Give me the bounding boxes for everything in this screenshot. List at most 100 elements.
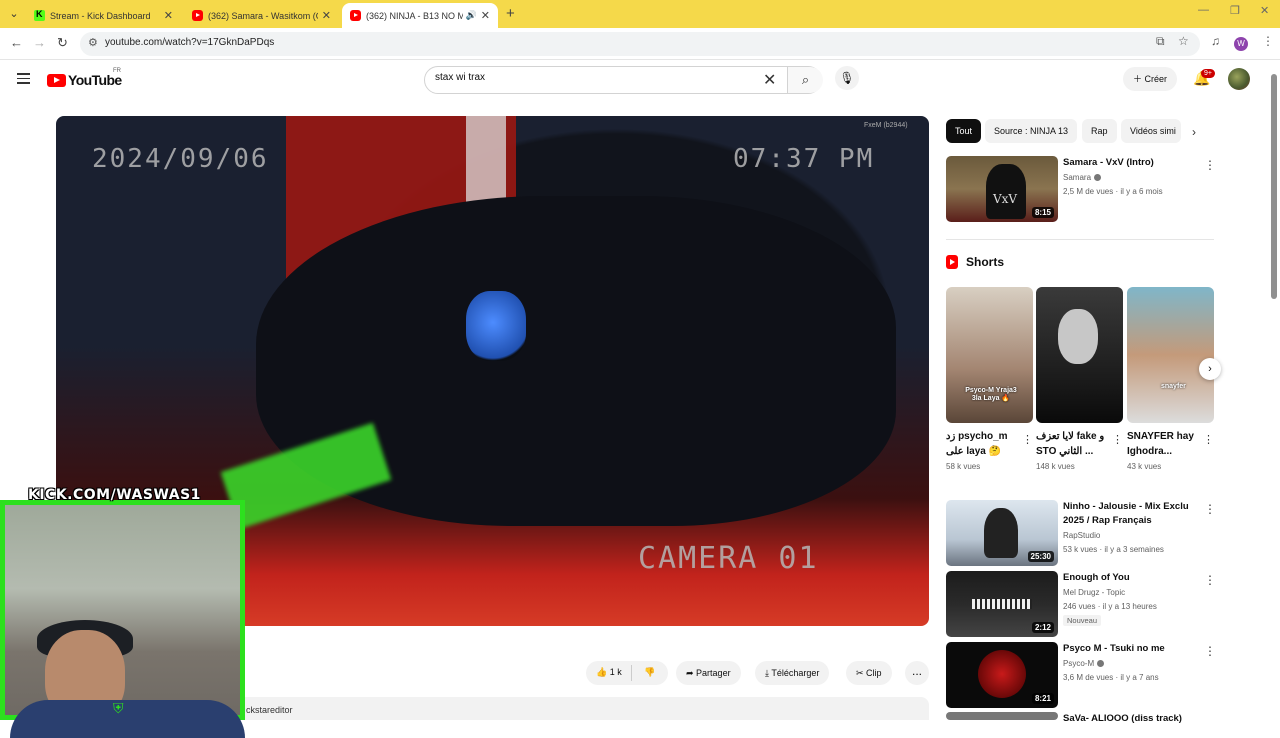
- recommended-video[interactable]: SaVa- ALIOOO (diss track): [946, 712, 1216, 724]
- more-vert-icon[interactable]: ⋮: [1204, 158, 1216, 172]
- search-input[interactable]: [435, 72, 755, 83]
- video-thumbnail[interactable]: 2:12: [946, 571, 1058, 637]
- clip-button[interactable]: ✂ Clip: [846, 661, 892, 685]
- profile-avatar[interactable]: W: [1234, 37, 1248, 51]
- like-divider: [631, 665, 632, 681]
- logo-text: YouTube: [68, 72, 122, 88]
- create-button[interactable]: ＋ Créer: [1123, 67, 1178, 91]
- new-tab-button[interactable]: +: [506, 5, 515, 22]
- chip-rap[interactable]: Rap: [1082, 119, 1117, 143]
- menu-icon[interactable]: [17, 73, 30, 87]
- install-app-icon[interactable]: ⧉: [1156, 34, 1165, 49]
- url-text: youtube.com/watch?v=17GknDaPDqs: [105, 37, 275, 48]
- channel-name[interactable]: RapStudio: [1063, 531, 1100, 540]
- channel-name[interactable]: Psyco-M: [1063, 659, 1105, 668]
- tab-ninja[interactable]: (362) NINJA - B13 NO MERCY 🔊 ✕: [342, 3, 498, 28]
- like-button[interactable]: 👍 1 k: [596, 667, 622, 678]
- download-button[interactable]: ⤓ Télécharger: [755, 661, 830, 685]
- share-button[interactable]: ➦ Partager: [676, 661, 741, 685]
- close-icon[interactable]: ✕: [481, 9, 490, 22]
- video-frame-lens: [466, 291, 526, 361]
- maximize-icon[interactable]: ❐: [1230, 4, 1240, 17]
- more-actions-button[interactable]: ...: [905, 661, 929, 685]
- video-duration: 8:21: [1031, 693, 1054, 704]
- channel-label: Psyco-M: [1063, 659, 1095, 668]
- recommended-video[interactable]: 8:21 Psyco M - Tsuki no me Psyco-M 3,6 M…: [946, 642, 1216, 708]
- video-title[interactable]: Ninho - Jalousie - Mix Exclu 2025 / Rap …: [1063, 500, 1203, 528]
- more-vert-icon[interactable]: ⋮: [1203, 433, 1214, 446]
- video-title[interactable]: SaVa- ALIOOO (diss track): [1063, 712, 1203, 726]
- browser-menu-icon[interactable]: ⋮: [1262, 34, 1274, 48]
- video-meta: 246 vues · il y a 13 heures: [1063, 602, 1157, 611]
- short-title[interactable]: زد psycho_m على laya 🤔: [946, 429, 1020, 459]
- page-scrollbar[interactable]: [1271, 74, 1277, 299]
- youtube-icon: [192, 10, 203, 21]
- voice-search-icon[interactable]: 🎙: [835, 66, 859, 90]
- channel-name[interactable]: Mel Drugz - Topic: [1063, 588, 1125, 597]
- short-item[interactable]: لايا تعزف fake و STO الثاني ... 148 k vu…: [1036, 287, 1123, 471]
- account-avatar[interactable]: [1228, 68, 1250, 90]
- tab-kick-dashboard[interactable]: Stream - Kick Dashboard ✕: [26, 3, 181, 28]
- close-icon[interactable]: ✕: [164, 9, 173, 22]
- more-vert-icon[interactable]: ⋮: [1204, 573, 1216, 587]
- channel-name[interactable]: Samara: [1063, 173, 1102, 182]
- short-thumbnail[interactable]: [1036, 287, 1123, 423]
- date-overlay: 2024/09/06: [92, 144, 269, 174]
- tab-samara[interactable]: (362) Samara - Wasitkom (Offic ✕: [184, 3, 339, 28]
- section-divider: [946, 239, 1214, 240]
- video-title[interactable]: Psyco M - Tsuki no me: [1063, 642, 1203, 656]
- youtube-logo[interactable]: YouTube FR: [47, 68, 122, 88]
- short-thumb-figure: [1058, 309, 1098, 364]
- notification-badge: 9+: [1201, 69, 1215, 78]
- short-thumbnail[interactable]: Psyco-M Yraja3 3la Laya 🔥: [946, 287, 1033, 423]
- minimize-icon[interactable]: —: [1198, 4, 1209, 16]
- description-text: ckstareditor: [246, 705, 293, 715]
- close-icon[interactable]: ✕: [322, 9, 331, 22]
- more-vert-icon[interactable]: ⋮: [1204, 502, 1216, 516]
- more-vert-icon[interactable]: ⋮: [1112, 433, 1123, 446]
- shield-icon: ⛨: [113, 700, 124, 716]
- tab-search-button[interactable]: ⌄: [6, 6, 22, 22]
- thumbs-down-icon[interactable]: 👎: [644, 667, 655, 678]
- video-thumbnail[interactable]: 25:30: [946, 500, 1058, 566]
- clear-search-icon[interactable]: ✕: [763, 70, 776, 90]
- short-views: 58 k vues: [946, 462, 981, 471]
- video-thumbnail[interactable]: [946, 712, 1058, 720]
- chip-all[interactable]: Tout: [946, 119, 982, 143]
- address-bar[interactable]: ⚙ youtube.com/watch?v=17GknDaPDqs: [80, 32, 1200, 56]
- more-vert-icon[interactable]: ⋮: [1022, 433, 1033, 446]
- short-title[interactable]: لايا تعزف fake و STO الثاني ...: [1036, 429, 1110, 459]
- short-item[interactable]: snayfer SNAYFER hay Ighodra... 43 k vues…: [1127, 287, 1214, 471]
- bookmark-star-icon[interactable]: ☆: [1178, 34, 1189, 48]
- forward-icon[interactable]: →: [33, 35, 46, 50]
- speaker-icon[interactable]: 🔊: [466, 10, 477, 21]
- reload-icon[interactable]: ↻: [57, 35, 68, 51]
- video-duration: 2:12: [1031, 622, 1054, 633]
- site-info-icon[interactable]: ⚙: [88, 36, 98, 49]
- short-title[interactable]: SNAYFER hay Ighodra...: [1127, 429, 1201, 459]
- back-icon[interactable]: ←: [10, 35, 23, 50]
- more-vert-icon[interactable]: ⋮: [1204, 644, 1216, 658]
- media-controls-icon[interactable]: ♫: [1211, 34, 1220, 48]
- recommended-video[interactable]: 25:30 Ninho - Jalousie - Mix Exclu 2025 …: [946, 500, 1216, 566]
- tab-title: Stream - Kick Dashboard: [50, 10, 151, 21]
- recommended-video[interactable]: 2:12 Enough of You Mel Drugz - Topic 246…: [946, 571, 1216, 637]
- shorts-label: Shorts: [966, 255, 1005, 269]
- thumbnail-keyboard: [972, 599, 1032, 609]
- video-title[interactable]: Samara - VxV (Intro): [1063, 156, 1203, 170]
- video-thumbnail[interactable]: VxV 8:15: [946, 156, 1058, 222]
- search-icon[interactable]: ⌕: [787, 67, 823, 93]
- video-title[interactable]: Enough of You: [1063, 571, 1203, 585]
- like-dislike-group: 👍 1 k 👎: [586, 661, 668, 685]
- short-item[interactable]: Psyco-M Yraja3 3la Laya 🔥 زد psycho_m عل…: [946, 287, 1033, 471]
- chip-similar[interactable]: Vidéos simi: [1121, 119, 1181, 143]
- close-window-icon[interactable]: ✕: [1260, 4, 1269, 17]
- chip-source[interactable]: Source : NINJA 13: [985, 119, 1078, 143]
- chevron-right-icon[interactable]: ›: [1199, 358, 1221, 380]
- recommended-video[interactable]: VxV 8:15 Samara - VxV (Intro) Samara 2,5…: [946, 156, 1216, 222]
- short-thumb-caption: Psyco-M Yraja3 3la Laya 🔥: [965, 387, 1017, 402]
- chevron-right-icon[interactable]: ›: [1192, 125, 1196, 139]
- video-thumbnail[interactable]: 8:21: [946, 642, 1058, 708]
- video-duration: 8:15: [1031, 207, 1054, 218]
- short-thumbnail[interactable]: snayfer: [1127, 287, 1214, 423]
